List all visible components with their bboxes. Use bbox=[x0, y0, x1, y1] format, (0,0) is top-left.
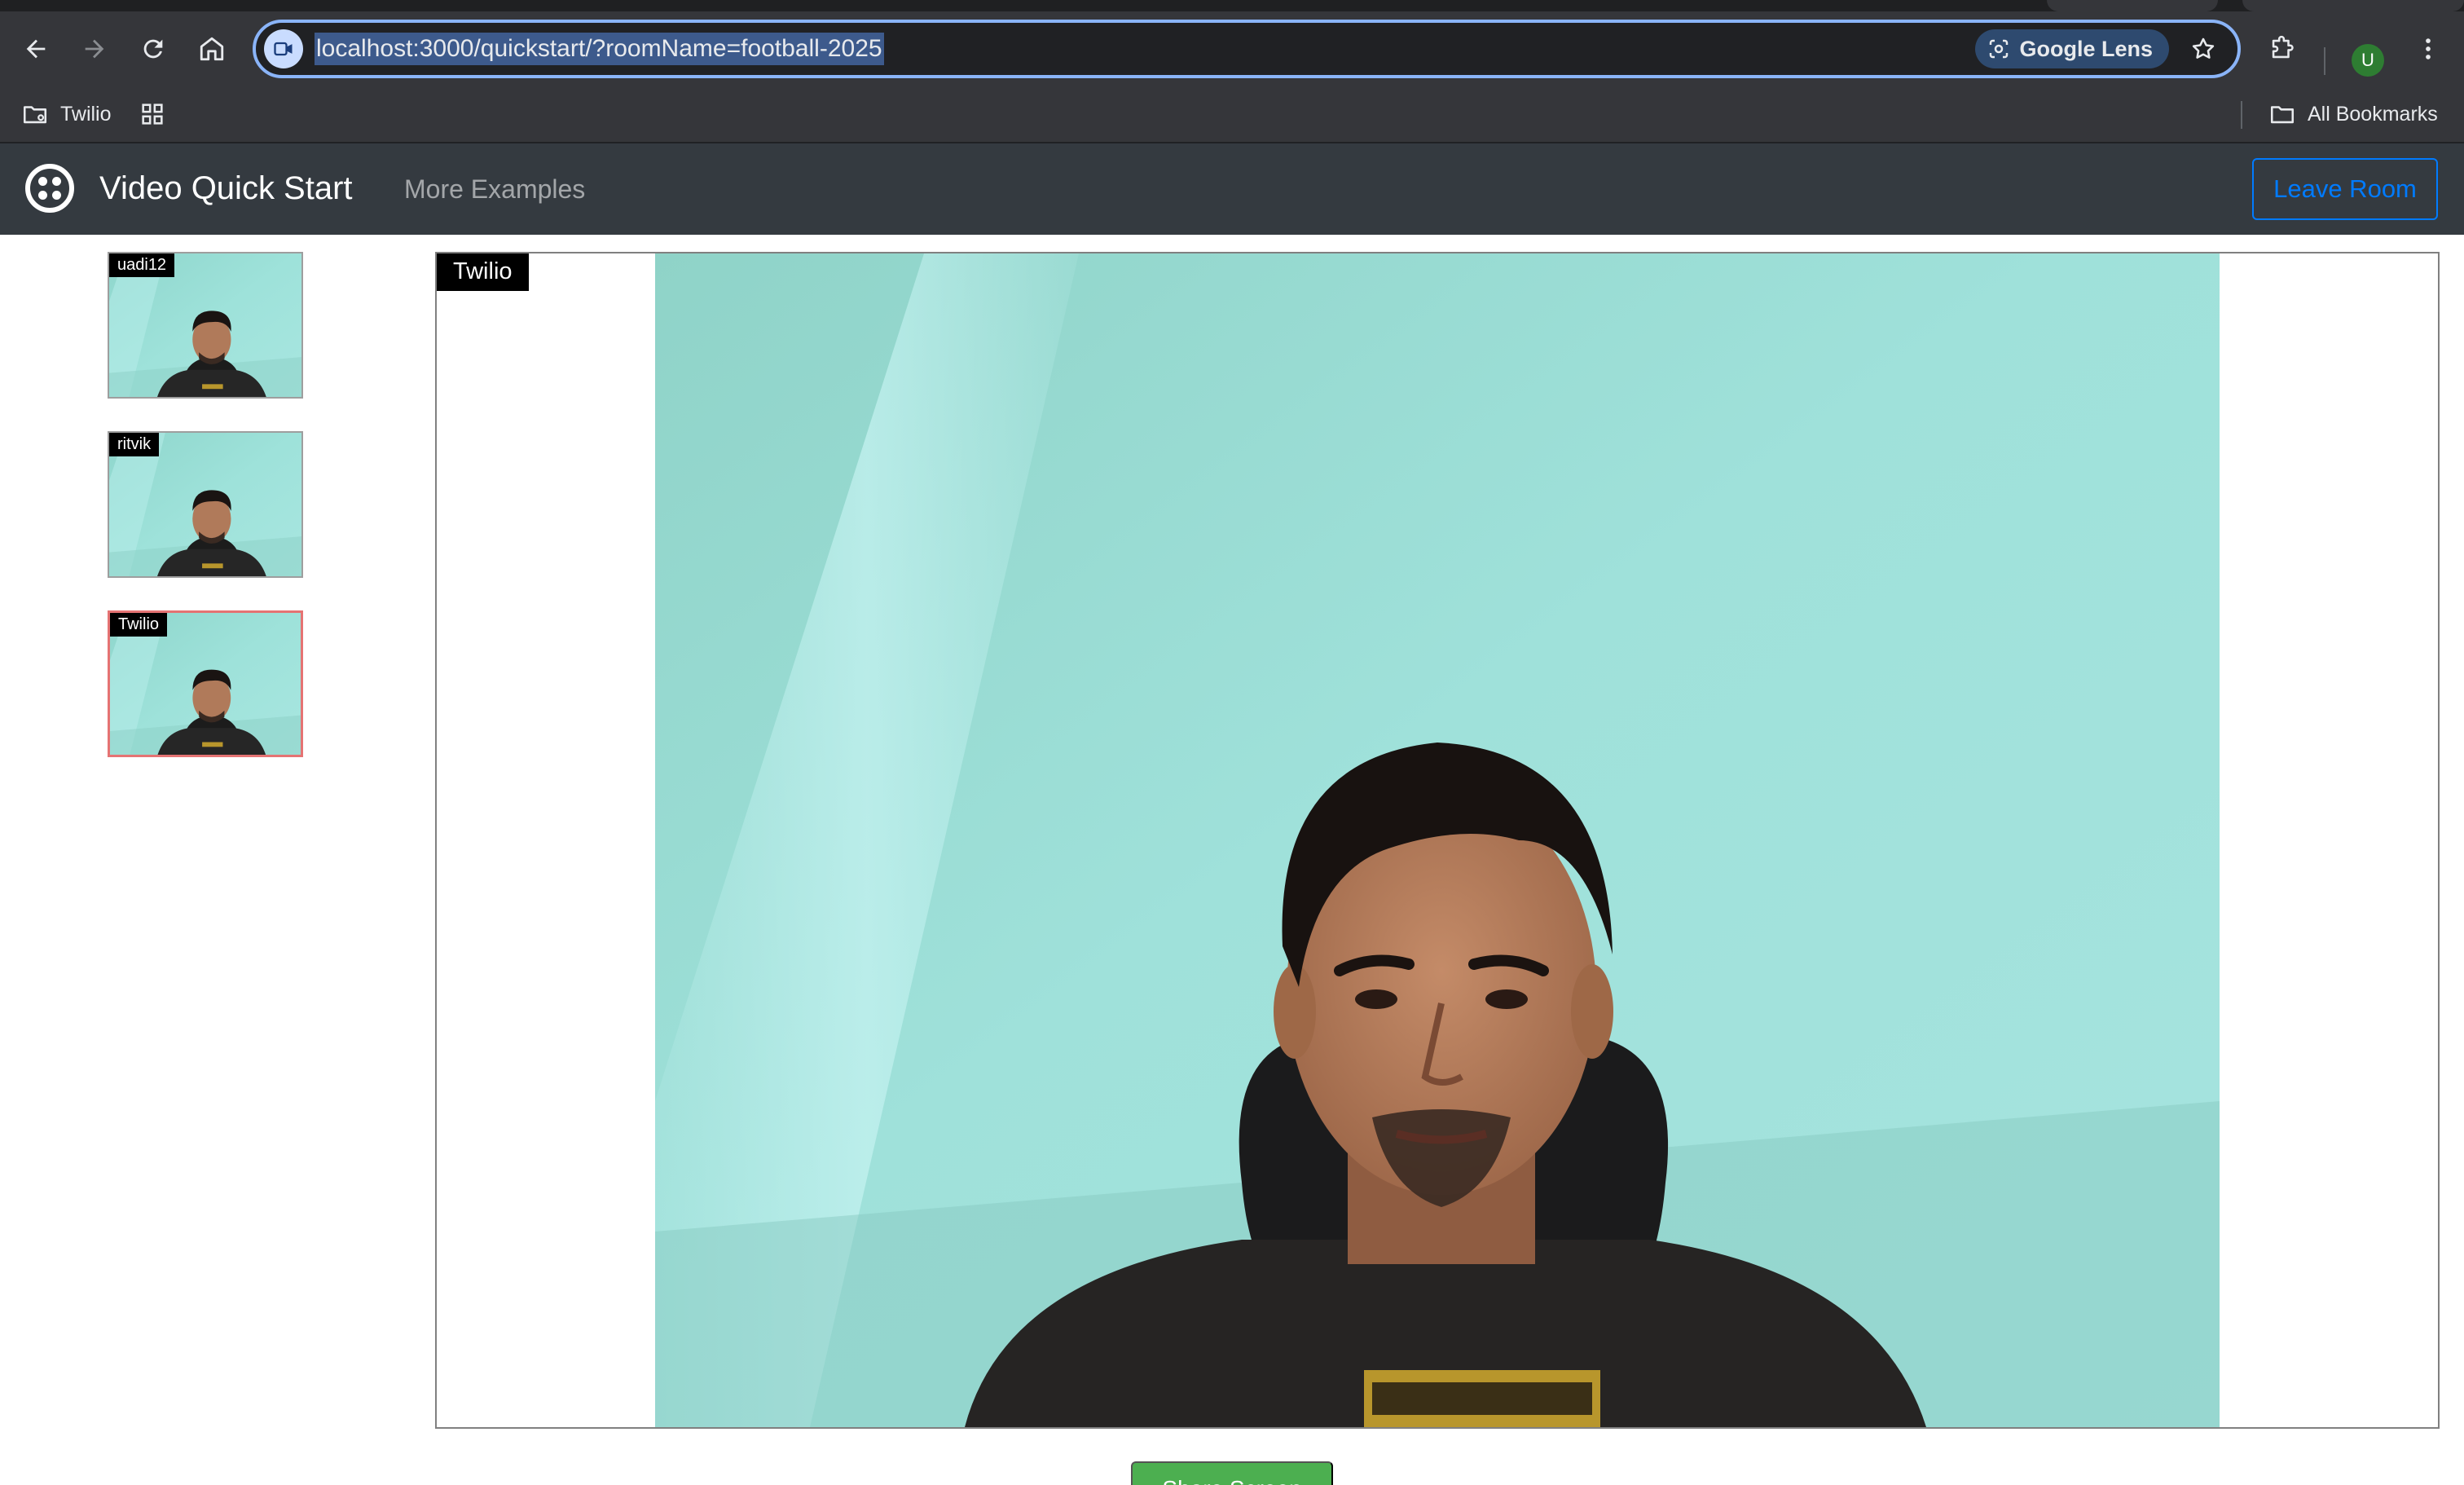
share-screen-button[interactable]: Share Screen bbox=[1131, 1461, 1333, 1485]
participant-name-label: uadi12 bbox=[109, 253, 175, 277]
folder-icon bbox=[2270, 106, 2295, 124]
bookmark-folder-twilio[interactable]: Twilio bbox=[21, 98, 112, 130]
app-title[interactable]: Video Quick Start bbox=[99, 168, 353, 209]
address-bar[interactable]: localhost:3000/quickstart/?roomName=foot… bbox=[253, 20, 2241, 78]
active-participant-name: Twilio bbox=[437, 253, 529, 291]
all-bookmarks-button[interactable]: All Bookmarks bbox=[2268, 98, 2438, 130]
back-button[interactable] bbox=[15, 28, 57, 70]
reload-button[interactable] bbox=[132, 28, 174, 70]
participant-name-label: ritvik bbox=[109, 433, 160, 456]
home-button[interactable] bbox=[191, 28, 233, 70]
browser-tab[interactable] bbox=[2242, 0, 2464, 11]
forward-button[interactable] bbox=[73, 28, 116, 70]
lens-icon bbox=[1990, 39, 2009, 59]
bookmark-star-button[interactable] bbox=[2185, 31, 2221, 67]
kebab-menu-icon bbox=[2426, 38, 2431, 59]
browser-menu-button[interactable] bbox=[2407, 28, 2449, 70]
extensions-button[interactable] bbox=[2260, 28, 2303, 70]
home-icon bbox=[200, 37, 224, 61]
app-navbar: Video Quick Start More Examples Leave Ro… bbox=[0, 143, 2464, 235]
site-info-icon[interactable] bbox=[264, 29, 303, 68]
google-lens-label: Google Lens bbox=[2019, 36, 2153, 61]
browser-tab[interactable] bbox=[2047, 0, 2218, 11]
twilio-logo-icon[interactable] bbox=[24, 163, 75, 214]
bookmarks-bar: Twilio All Bookmarks bbox=[0, 86, 2464, 143]
puzzle-icon bbox=[2272, 35, 2294, 59]
apps-shortcut[interactable] bbox=[139, 98, 166, 130]
profile-avatar[interactable]: U bbox=[2352, 44, 2384, 77]
google-lens-button[interactable]: Google Lens bbox=[1975, 29, 2169, 68]
active-participant-video[interactable] bbox=[655, 253, 2220, 1427]
star-icon bbox=[2192, 37, 2215, 59]
participant-name-label: Twilio bbox=[110, 613, 168, 637]
browser-toolbar: localhost:3000/quickstart/?roomName=foot… bbox=[0, 11, 2464, 86]
more-examples-link[interactable]: More Examples bbox=[404, 173, 585, 205]
arrow-right-icon bbox=[85, 39, 104, 59]
all-bookmarks-label: All Bookmarks bbox=[2308, 102, 2438, 126]
participant-thumbnail[interactable]: uadi12 bbox=[108, 252, 303, 399]
bookmark-folder-label: Twilio bbox=[60, 102, 112, 126]
arrow-left-icon bbox=[26, 39, 46, 59]
reload-icon bbox=[143, 39, 163, 59]
video-camera-icon bbox=[274, 42, 293, 56]
participant-thumbnail[interactable]: ritvik bbox=[108, 431, 303, 578]
participant-thumbnail-active[interactable]: Twilio bbox=[108, 610, 303, 757]
bookmarks-divider bbox=[2241, 101, 2242, 129]
browser-tabstrip bbox=[0, 0, 2464, 11]
url-text[interactable]: localhost:3000/quickstart/?roomName=foot… bbox=[315, 33, 884, 65]
managed-folder-icon bbox=[23, 106, 47, 124]
active-participant-container: Twilio bbox=[435, 252, 2440, 1429]
leave-room-button[interactable]: Leave Room bbox=[2252, 158, 2438, 220]
apps-grid-icon bbox=[142, 104, 163, 125]
toolbar-divider bbox=[2324, 47, 2325, 75]
